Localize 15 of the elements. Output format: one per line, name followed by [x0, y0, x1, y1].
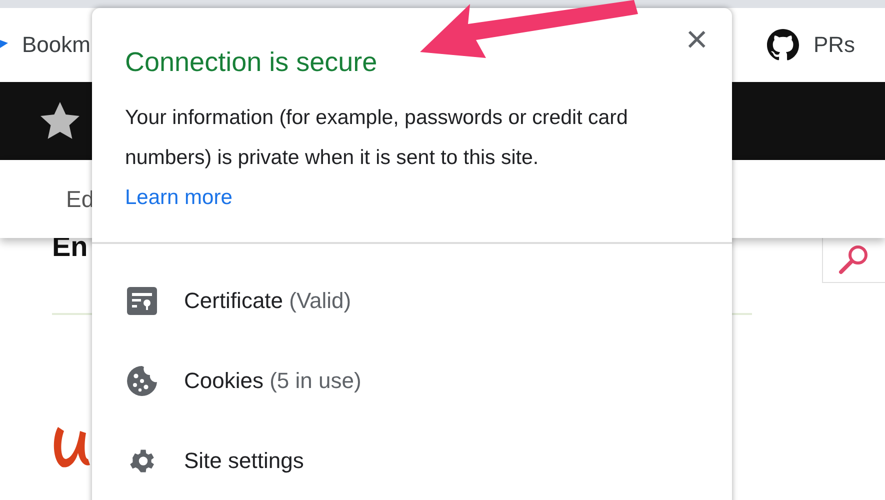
cat-silhouette-icon — [767, 29, 800, 61]
page-heading: En — [52, 232, 89, 262]
menu-item[interactable]: Site settings — [184, 448, 304, 474]
bookmark-item[interactable]: Bookm — [22, 32, 90, 58]
certificate-icon — [127, 287, 157, 315]
learn-more-link[interactable]: Learn more — [125, 178, 232, 218]
close-button[interactable]: × — [682, 22, 712, 58]
star-icon[interactable] — [40, 102, 80, 140]
menu-item[interactable]: Certificate (Valid) — [184, 288, 352, 314]
menu-item[interactable]: Cookies (5 in use) — [184, 368, 362, 394]
bookmark-item[interactable]: PRs — [813, 32, 855, 58]
description-text: Your information (for example, passwords or credit card numbers) is private when it is sent to this site. — [125, 105, 629, 171]
caret-icon — [0, 40, 8, 50]
popup-title: Connection is secure — [125, 46, 378, 79]
cookie-icon — [127, 366, 157, 396]
